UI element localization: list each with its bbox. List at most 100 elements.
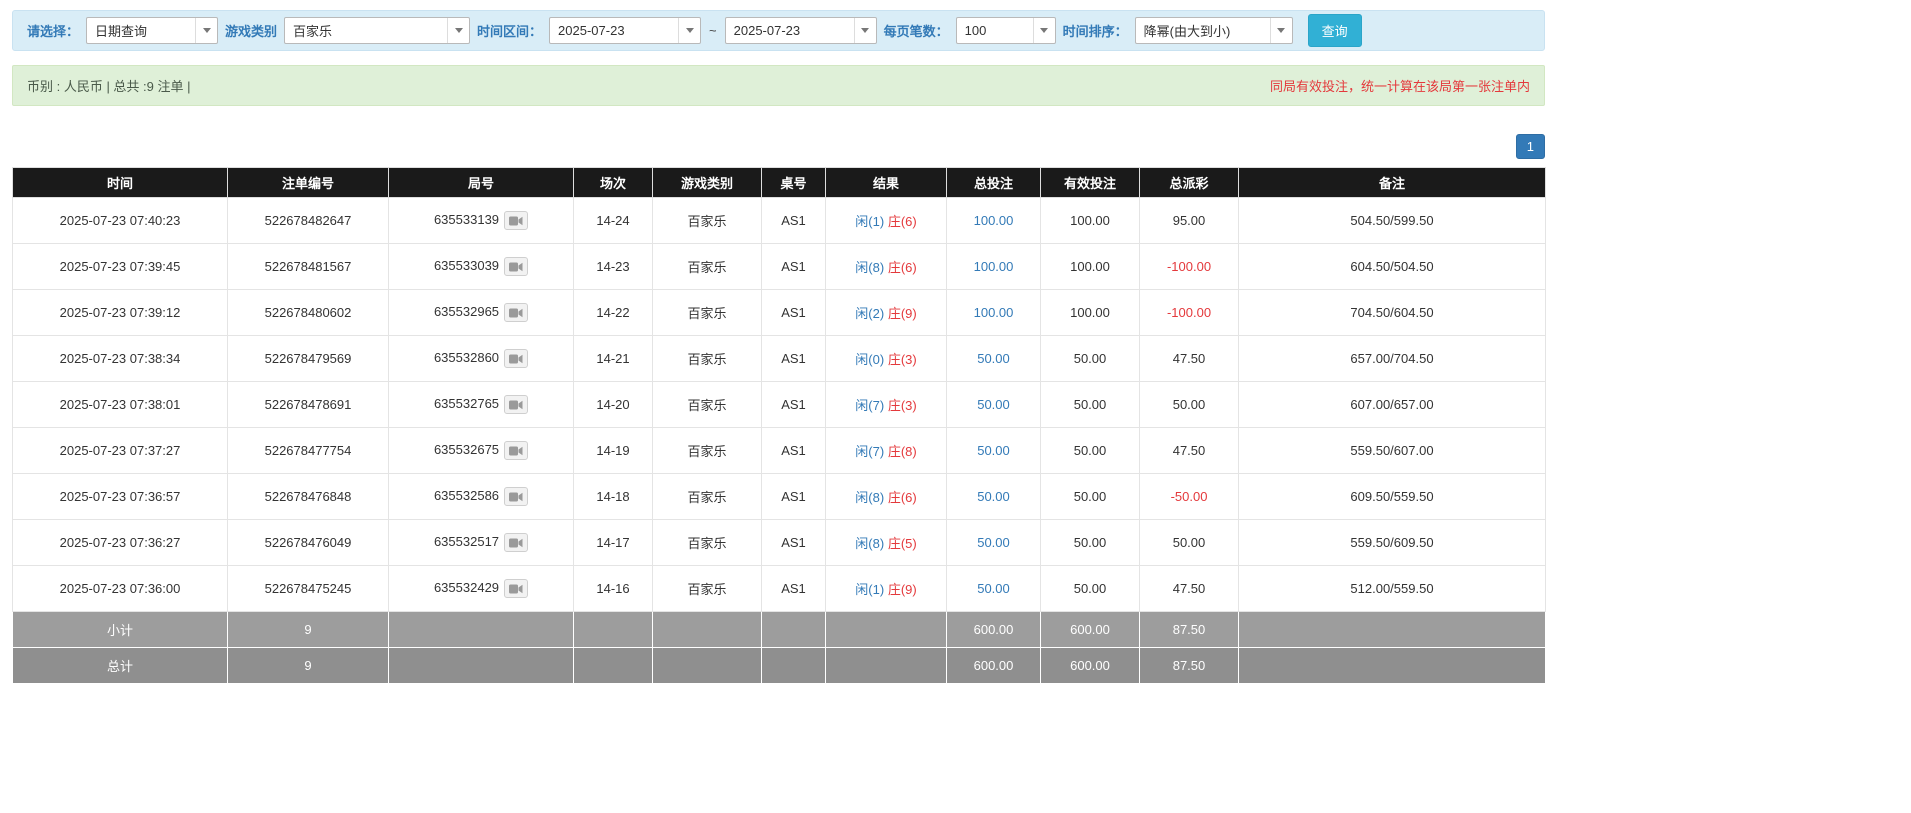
round-video-icon[interactable]	[504, 533, 529, 552]
table-no-cell: AS1	[761, 243, 826, 290]
sort-dropdown[interactable]: 降幂(由大到小)	[1134, 17, 1293, 44]
round-cell: 635533039	[388, 243, 574, 290]
total-bet-link[interactable]: 100.00	[974, 213, 1014, 228]
time-cell: 2025-07-23 07:40:23	[12, 197, 228, 244]
table-no-cell: AS1	[761, 289, 826, 336]
subtotal-table-no-cell	[761, 611, 826, 648]
column-header: 局号	[388, 167, 574, 198]
sort-value: 降幂(由大到小)	[1143, 24, 1231, 39]
bet-id-cell: 522678475245	[227, 565, 389, 612]
total-label-cell: 总计	[12, 647, 228, 684]
banker-result: 庄(5)	[887, 536, 917, 551]
table-row: 2025-07-23 07:36:57 522678476848 635532586…	[12, 473, 1546, 520]
time-range-label: 时间区间：	[477, 24, 543, 39]
subtotal-payout-cell: 87.50	[1139, 611, 1239, 648]
remark-cell: 607.00/657.00	[1238, 381, 1546, 428]
total-bet-cell: 50.00	[946, 565, 1041, 612]
round-video-icon[interactable]	[504, 303, 529, 322]
remark-cell: 559.50/607.00	[1238, 427, 1546, 474]
time-cell: 2025-07-23 07:39:45	[12, 243, 228, 290]
round-video-icon[interactable]	[504, 349, 529, 368]
range-separator: ~	[709, 23, 717, 38]
total-bet-link[interactable]: 50.00	[977, 443, 1010, 458]
player-result: 闲(2)	[855, 306, 885, 321]
time-cell: 2025-07-23 07:36:27	[12, 519, 228, 566]
search-button[interactable]: 查询	[1307, 14, 1362, 47]
payout-cell: -100.00	[1139, 289, 1239, 336]
date-to-dropdown[interactable]: 2025-07-23	[724, 17, 877, 44]
valid-bet-cell: 50.00	[1040, 381, 1140, 428]
total-bet-link[interactable]: 50.00	[977, 351, 1010, 366]
page-size-value: 100	[964, 23, 987, 38]
round-video-icon[interactable]	[504, 441, 529, 460]
banker-result: 庄(6)	[887, 214, 917, 229]
total-bet-link[interactable]: 50.00	[977, 581, 1010, 596]
game-type-label: 游戏类别	[225, 24, 278, 39]
valid-bet-cell: 50.00	[1040, 473, 1140, 520]
chevron-down-icon[interactable]	[1032, 18, 1055, 43]
time-cell: 2025-07-23 07:37:27	[12, 427, 228, 474]
page-size-dropdown[interactable]: 100	[955, 17, 1056, 44]
round-cell: 635532517	[388, 519, 574, 566]
column-header: 总投注	[946, 167, 1041, 198]
remark-cell: 704.50/604.50	[1238, 289, 1546, 336]
filter-bar: 请选择： 日期查询 游戏类别 百家乐 时间区间： 2025-07-23 ~ 20…	[12, 10, 1545, 51]
chevron-down-icon[interactable]	[195, 18, 217, 43]
chevron-down-icon[interactable]	[447, 18, 469, 43]
total-bet-link[interactable]: 50.00	[977, 535, 1010, 550]
result-cell: 闲(0) 庄(3)	[825, 335, 947, 382]
chevron-down-icon[interactable]	[678, 18, 700, 43]
date-to-value: 2025-07-23	[733, 23, 801, 38]
total-bet-cell: 100.00	[946, 197, 1041, 244]
game-type-cell: 百家乐	[652, 197, 762, 244]
table-row: 2025-07-23 07:36:27 522678476049 635532517…	[12, 519, 1546, 566]
query-type-dropdown[interactable]: 日期查询	[86, 17, 219, 44]
result-cell: 闲(1) 庄(6)	[825, 197, 947, 244]
summary-note: 同局有效投注，统一计算在该局第一张注单内	[1269, 79, 1530, 94]
sort-label: 时间排序：	[1062, 24, 1128, 39]
table-row: 2025-07-23 07:39:45 522678481567 635533039…	[12, 243, 1546, 290]
time-cell: 2025-07-23 07:38:34	[12, 335, 228, 382]
table-row: 2025-07-23 07:39:12 522678480602 635532965…	[12, 289, 1546, 336]
game-type-cell: 百家乐	[652, 427, 762, 474]
round-video-icon[interactable]	[504, 257, 529, 276]
game-type-value: 百家乐	[293, 24, 333, 39]
page-size-label: 每页笔数：	[883, 24, 949, 39]
round-cell: 635532675	[388, 427, 574, 474]
time-cell: 2025-07-23 07:36:00	[12, 565, 228, 612]
player-result: 闲(7)	[855, 398, 885, 413]
subtotal-total-bet-cell: 600.00	[946, 611, 1041, 648]
subtotal-session-cell	[573, 611, 653, 648]
round-cell: 635532765	[388, 381, 574, 428]
subtotal-valid-bet-cell: 600.00	[1040, 611, 1140, 648]
total-bet-link[interactable]: 100.00	[974, 305, 1014, 320]
round-video-icon[interactable]	[504, 487, 529, 506]
total-bet-cell: 100.00	[946, 243, 1041, 290]
total-bet-link[interactable]: 100.00	[974, 259, 1014, 274]
round-video-icon[interactable]	[504, 211, 529, 230]
valid-bet-cell: 50.00	[1040, 335, 1140, 382]
bet-id-cell: 522678476049	[227, 519, 389, 566]
date-from-dropdown[interactable]: 2025-07-23	[549, 17, 702, 44]
page-1-button[interactable]: 1	[1515, 134, 1545, 159]
game-type-cell: 百家乐	[652, 473, 762, 520]
total-bet-cell: 100.00	[946, 289, 1041, 336]
game-type-cell: 百家乐	[652, 381, 762, 428]
round-video-icon[interactable]	[504, 395, 529, 414]
valid-bet-cell: 100.00	[1040, 243, 1140, 290]
banker-result: 庄(6)	[887, 490, 917, 505]
result-cell: 闲(2) 庄(9)	[825, 289, 947, 336]
time-cell: 2025-07-23 07:39:12	[12, 289, 228, 336]
total-bet-cell: 50.00	[946, 427, 1041, 474]
round-video-icon[interactable]	[504, 579, 529, 598]
remark-cell: 657.00/704.50	[1238, 335, 1546, 382]
total-bet-cell: 50.00	[946, 335, 1041, 382]
chevron-down-icon[interactable]	[853, 18, 876, 43]
total-bet-link[interactable]: 50.00	[977, 489, 1010, 504]
bet-id-cell: 522678482647	[227, 197, 389, 244]
payout-cell: 95.00	[1139, 197, 1239, 244]
total-bet-link[interactable]: 50.00	[977, 397, 1010, 412]
summary-bar: 币别 : 人民币 | 总共 :9 注单 | 同局有效投注，统一计算在该局第一张注…	[12, 65, 1545, 106]
chevron-down-icon[interactable]	[1269, 18, 1292, 43]
game-type-dropdown[interactable]: 百家乐	[284, 17, 471, 44]
